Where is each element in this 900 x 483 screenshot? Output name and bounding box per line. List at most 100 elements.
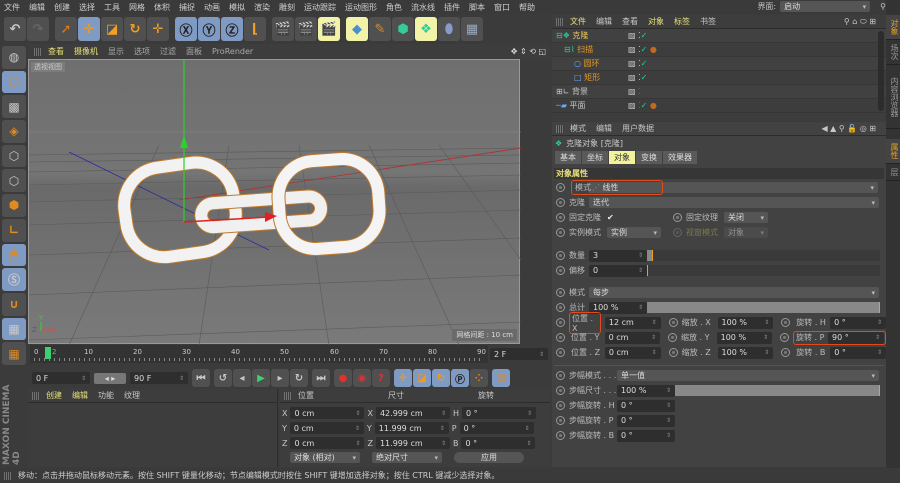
fix-clone-checkbox[interactable]: ✔ (607, 213, 669, 222)
next-key-icon[interactable]: ↻ (290, 369, 308, 387)
mode2-dropdown[interactable]: 每步 (589, 287, 879, 298)
go-to-start-icon[interactable]: ⏮ (192, 369, 210, 387)
scale-z-field[interactable]: 100 % (717, 346, 774, 359)
object-menu-file[interactable]: 文件 (570, 16, 586, 27)
tab-effectors[interactable]: 效果器 (663, 151, 697, 164)
anim-radio[interactable] (673, 213, 682, 222)
tab-basic[interactable]: 基本 (555, 151, 581, 164)
scale-icon[interactable]: ◪ (101, 17, 123, 41)
end-frame-field[interactable]: 90 F (130, 372, 188, 384)
object-manager-icons[interactable]: ⚲ ⌂ ⬭ ⊞ (844, 17, 876, 27)
clone-dropdown[interactable]: 迭代 (589, 197, 879, 208)
rotation-p-field[interactable]: 90 ° (828, 331, 885, 344)
offset-field[interactable]: 0 (589, 264, 647, 277)
points-mode-icon[interactable]: ⬡ (2, 144, 26, 168)
viewport-menu-panel[interactable]: 面板 (186, 46, 202, 57)
tab-object[interactable]: 对象 (609, 151, 635, 164)
material-menu-function[interactable]: 功能 (98, 390, 114, 401)
size-mode-dropdown[interactable]: 绝对尺寸 (372, 452, 442, 463)
position-y-field[interactable]: 0 cm (604, 331, 661, 344)
menu-mesh[interactable]: 网格 (129, 2, 145, 13)
tab-transform[interactable]: 变换 (636, 151, 662, 164)
step-rot-h-field[interactable]: 0 ° (617, 399, 675, 412)
tab-coord[interactable]: 坐标 (582, 151, 608, 164)
visibility-icon[interactable]: ▨ ⁚✓ (628, 73, 647, 82)
layout-dropdown[interactable]: 启动 (780, 1, 871, 12)
model-mode-icon[interactable]: ⬡ (2, 70, 26, 94)
position-z-field[interactable]: 0 cm (290, 437, 365, 449)
menu-tools[interactable]: 工具 (104, 2, 120, 13)
menu-script[interactable]: 脚本 (469, 2, 485, 13)
render-view-icon[interactable]: 🎬 (272, 17, 294, 41)
menu-create[interactable]: 创建 (54, 2, 70, 13)
texture-mode-icon[interactable]: ▩ (2, 95, 26, 119)
anim-radio[interactable] (556, 348, 565, 357)
y-axis-lock-icon[interactable]: Ⓨ (198, 17, 220, 41)
anim-radio[interactable] (668, 348, 678, 357)
menu-mograph[interactable]: 运动图形 (345, 2, 377, 13)
material-menu-texture[interactable]: 纹理 (124, 390, 140, 401)
menu-help[interactable]: 帮助 (519, 2, 535, 13)
timeline-window-icon[interactable]: ▤ (492, 369, 510, 387)
coordinate-mode-dropdown[interactable]: 对象 (相对) (290, 452, 360, 463)
anim-radio[interactable] (668, 333, 677, 342)
anim-radio[interactable] (556, 288, 565, 297)
edges-mode-icon[interactable]: ⬡ (2, 169, 26, 193)
grip-icon[interactable] (34, 47, 42, 56)
menu-edit[interactable]: 编辑 (29, 2, 45, 13)
object-menu-edit[interactable]: 编辑 (596, 16, 612, 27)
offset-slider[interactable] (647, 265, 880, 276)
anim-radio[interactable] (556, 198, 565, 207)
viewport-menu-prorender[interactable]: ProRender (212, 47, 253, 56)
attribute-nav-icons[interactable]: ◀ ▲ ⚲ 🔓 ◎ ⊞ (821, 124, 876, 133)
position-y-field[interactable]: 0 cm (289, 422, 364, 434)
prev-key-icon[interactable]: ↺ (214, 369, 232, 387)
object-row-rectangle[interactable]: □ 矩形 ▨ ⁚✓ (552, 71, 886, 85)
menu-motion-tracking[interactable]: 运动跟踪 (304, 2, 336, 13)
redo-icon[interactable]: ↷ (27, 17, 49, 41)
anim-radio[interactable] (556, 251, 565, 260)
range-slider[interactable]: ◂ ▸ (94, 372, 126, 384)
count-slider[interactable] (647, 250, 880, 261)
material-menu-edit[interactable]: 编辑 (72, 390, 88, 401)
menu-volume[interactable]: 体积 (154, 2, 170, 13)
step-rot-b-field[interactable]: 0 ° (617, 429, 675, 442)
position-x-field[interactable]: 12 cm (604, 316, 661, 329)
menu-window[interactable]: 窗口 (494, 2, 510, 13)
visibility-icon[interactable]: ▨ ⁚✓ (628, 31, 647, 40)
object-row-cloner[interactable]: ⊟❖ 克隆 ▨ ⁚✓ (552, 29, 886, 43)
side-tab-layers[interactable]: 层 (886, 164, 900, 181)
step-size-field[interactable]: 100 % (617, 384, 675, 397)
rotation-p-field[interactable]: 0 ° (459, 422, 534, 434)
size-x-field[interactable]: 42.999 cm (375, 407, 450, 419)
menu-pipeline[interactable]: 流水线 (411, 2, 435, 13)
grip-icon[interactable] (556, 124, 564, 133)
anim-radio[interactable] (556, 371, 565, 380)
menu-snap[interactable]: 捕捉 (179, 2, 195, 13)
cloner-icon[interactable]: ❖ (415, 17, 437, 41)
undo-icon[interactable]: ↶ (4, 17, 26, 41)
viewport-menu-view[interactable]: 查看 (48, 46, 64, 57)
viewport-menu-display[interactable]: 显示 (108, 46, 124, 57)
rotation-h-field[interactable]: 0 ° (830, 316, 886, 329)
grip-icon[interactable] (32, 391, 40, 400)
anim-radio[interactable] (780, 333, 790, 342)
locked-workplane-icon[interactable]: ▦ (2, 317, 26, 341)
recent-tool-icon[interactable]: ✛ (147, 17, 169, 41)
floor-icon[interactable]: ▦ (461, 17, 483, 41)
viewport-nav-icons[interactable]: ✥ ⇕ ⟲ ◱ (511, 47, 546, 56)
anim-radio[interactable] (556, 266, 565, 275)
viewport-menu-filter[interactable]: 过滤 (160, 46, 176, 57)
anim-radio[interactable] (556, 318, 565, 327)
autokey-icon[interactable]: ◉ (353, 369, 371, 387)
attr-menu-userdata[interactable]: 用户数据 (622, 123, 654, 134)
fix-texture-dropdown[interactable]: 关闭 (724, 212, 768, 223)
render-picture-viewer-icon[interactable]: 🎬 (295, 17, 317, 41)
axis-mode-icon[interactable]: ∟ (2, 218, 26, 242)
make-editable-icon[interactable]: ◍ (2, 46, 26, 69)
key-scale-icon[interactable]: ◪ (413, 369, 431, 387)
key-parameter-icon[interactable]: Ⓟ (451, 369, 469, 387)
menu-select[interactable]: 选择 (79, 2, 95, 13)
grip-icon[interactable] (556, 17, 564, 26)
render-settings-icon[interactable]: 🎬 (318, 17, 340, 41)
